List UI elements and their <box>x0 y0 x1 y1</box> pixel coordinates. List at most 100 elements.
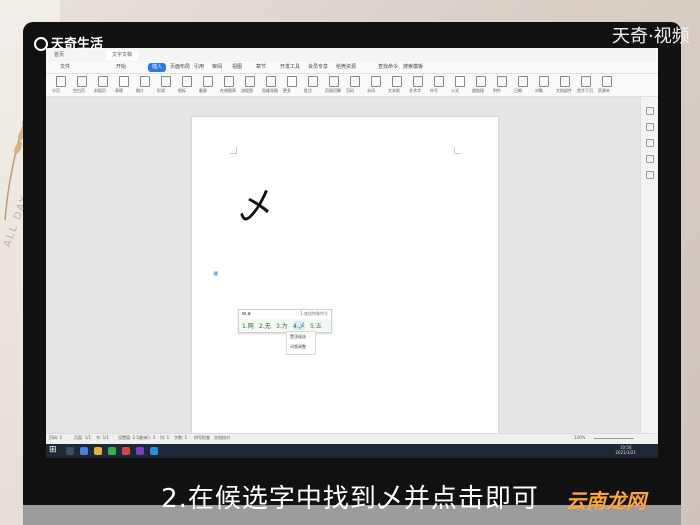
share-icon[interactable] <box>646 155 654 163</box>
ribbon-button-icon[interactable] <box>98 76 108 87</box>
ribbon-button-icon[interactable] <box>455 76 465 87</box>
status-pages: 页面: 1/1 <box>74 435 92 440</box>
ribbon-button-icon[interactable] <box>434 76 444 87</box>
status-spell[interactable]: 拼写检查 <box>194 435 210 441</box>
ime-candidate-selected[interactable]: 4.乄 <box>293 321 305 330</box>
zoom-level[interactable]: 120% <box>574 435 585 440</box>
ribbon-button-icon[interactable] <box>497 76 507 87</box>
ribbon-button-icon[interactable] <box>56 76 66 87</box>
ribbon-button-icon[interactable] <box>413 76 423 87</box>
ime-candidate[interactable]: 1.网 <box>242 321 254 330</box>
ribbon-button-icon[interactable] <box>350 76 360 87</box>
ribbon-button-icon[interactable] <box>287 76 297 87</box>
status-setting: 设置值: 2.5厘米 <box>118 435 147 440</box>
menu-bar: 文件 开始 插入 页面布局 引用 审阅 视图 章节 开发工具 会员专享 稻壳资源… <box>46 62 658 74</box>
paste-icon[interactable]: ▣ <box>213 270 219 277</box>
ribbon-button-icon[interactable] <box>392 76 402 87</box>
taskbar-clock[interactable]: 10:56 2021/3/21 <box>615 445 636 455</box>
ribbon-button-icon[interactable] <box>308 76 318 87</box>
margin-marker <box>454 147 461 154</box>
ribbon-button-label: 表格 <box>115 88 123 93</box>
status-section: 节: 1/1 <box>96 435 110 440</box>
taskbar: ⊞ 10:56 2021/3/21 <box>46 444 658 458</box>
menu-reference[interactable]: 引用 <box>194 63 204 72</box>
ribbon-button-icon[interactable] <box>560 76 570 87</box>
search-command[interactable]: 查找命令、搜索模板 <box>378 63 423 72</box>
ribbon-button-icon[interactable] <box>518 76 528 87</box>
search-icon[interactable] <box>66 447 74 455</box>
ime-menu-pin[interactable]: 置顶候选 <box>287 332 315 342</box>
menu-view[interactable]: 视图 <box>232 63 242 72</box>
wps-icon[interactable] <box>122 447 130 455</box>
menu-insert[interactable]: 插入 <box>148 63 167 72</box>
ribbon-button-icon[interactable] <box>203 76 213 87</box>
ribbon-button-icon[interactable] <box>182 76 192 87</box>
folder-icon[interactable] <box>94 447 102 455</box>
ribbon-button-label: 符号 <box>430 88 438 93</box>
brand-logo-icon <box>34 37 48 51</box>
ribbon-button-label: 空白页 <box>73 88 85 93</box>
chrome-icon[interactable] <box>108 447 116 455</box>
ribbon-button-label: 页码 <box>346 88 354 93</box>
menu-review[interactable]: 审阅 <box>212 63 222 72</box>
ribbon-button-icon[interactable] <box>77 76 87 87</box>
watermark-part2: 龙网 <box>606 489 646 513</box>
menu-start[interactable]: 开始 <box>116 63 126 72</box>
ribbon-button-label: 图标 <box>178 88 186 93</box>
settings-icon[interactable] <box>646 139 654 147</box>
status-page: 页码: 1 <box>49 435 63 440</box>
menu-file[interactable]: 文件 <box>60 63 70 72</box>
ribbon-button-label: 流程图 <box>241 88 253 93</box>
edge-icon[interactable] <box>80 447 88 455</box>
status-doc-check[interactable]: 文档校对 <box>214 435 230 441</box>
menu-vip[interactable]: 会员专享 <box>308 63 328 72</box>
ribbon-button-label: 图片 <box>136 88 144 93</box>
ribbon-button-label: 更多 <box>283 88 291 93</box>
ribbon-button-icon[interactable] <box>371 76 381 87</box>
ribbon-button-label: 附件 <box>493 88 501 93</box>
site-watermark: 云南龙网 <box>566 485 646 514</box>
brand-name: 天奇生活 <box>51 37 104 52</box>
menu-dev[interactable]: 开发工具 <box>280 63 300 72</box>
backup-icon[interactable] <box>646 171 654 179</box>
ribbon-button-label: 水印 <box>367 88 375 93</box>
ribbon-button-label: 首字下沉 <box>577 88 593 93</box>
ribbon-button-icon[interactable] <box>266 76 276 87</box>
ribbon-button-icon[interactable] <box>476 76 486 87</box>
ribbon-button-icon[interactable] <box>245 76 255 87</box>
windows-start-icon[interactable]: ⊞ <box>49 446 58 455</box>
ribbon-button-icon[interactable] <box>119 76 129 87</box>
ribbon-button-label: 形状 <box>157 88 165 93</box>
zoom-slider[interactable] <box>594 438 634 439</box>
menu-chapter[interactable]: 章节 <box>256 63 266 72</box>
pen-icon[interactable] <box>646 107 654 115</box>
ime-hint[interactable]: 1.查找特殊符号 <box>300 311 328 317</box>
ribbon-button-icon[interactable] <box>161 76 171 87</box>
ime-menu-freq[interactable]: 词频调整 <box>287 342 315 352</box>
ribbon-button-icon[interactable] <box>581 76 591 87</box>
menu-layout[interactable]: 页面布局 <box>170 63 190 72</box>
document-page[interactable]: 乄 ▣ w,a 1.查找特殊符号 1.网 2.无 3.为 4.乄 5.五 置顶候… <box>192 117 498 437</box>
menu-docer[interactable]: 稻壳资源 <box>336 63 356 72</box>
ribbon: 分页 空白页 封面页 表格 图片 形状 图标 截屏 在线图表 流程图 思维导图 更多 批注 页眉页脚 页码 水… <box>46 74 658 97</box>
ime-candidate[interactable]: 5.五 <box>310 321 322 330</box>
ribbon-button-icon[interactable] <box>539 76 549 87</box>
title-bar: 首页 文字文稿 <box>46 48 658 62</box>
style-icon[interactable] <box>646 123 654 131</box>
ribbon-button-label: 日期 <box>514 88 522 93</box>
ime-candidate[interactable]: 3.为 <box>276 321 288 330</box>
clock-date: 2021/3/21 <box>615 450 636 455</box>
ime-candidate-bar: 1.网 2.无 3.为 4.乄 5.五 <box>239 319 331 331</box>
tab-document[interactable]: 文字文稿 <box>106 50 139 61</box>
ribbon-button-label: 对象 <box>535 88 543 93</box>
ribbon-button-icon[interactable] <box>140 76 150 87</box>
ime-candidate-window: w,a 1.查找特殊符号 1.网 2.无 3.为 4.乄 5.五 <box>238 309 332 333</box>
app-icon[interactable] <box>136 447 144 455</box>
ribbon-button-icon[interactable] <box>224 76 234 87</box>
ribbon-button-icon[interactable] <box>602 76 612 87</box>
ribbon-button-icon[interactable] <box>329 76 339 87</box>
status-col: 列: 1 <box>160 435 170 440</box>
ime-candidate[interactable]: 2.无 <box>259 321 271 330</box>
app-icon[interactable] <box>150 447 158 455</box>
right-sidebar <box>640 97 658 445</box>
